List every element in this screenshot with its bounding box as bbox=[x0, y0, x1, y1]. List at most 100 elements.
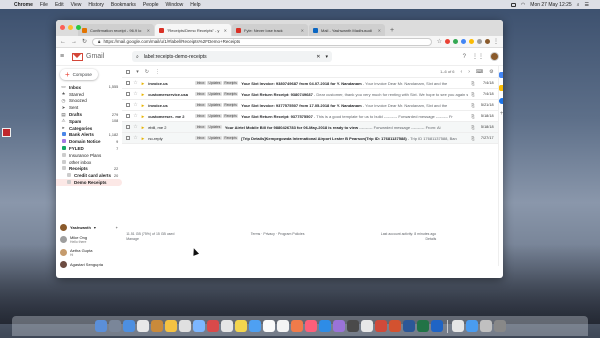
keep-icon[interactable] bbox=[498, 85, 503, 91]
dock-app-icon[interactable] bbox=[416, 320, 429, 332]
chevron-down-icon[interactable]: ▾ bbox=[94, 225, 96, 230]
star-icon[interactable]: ☆ bbox=[133, 91, 137, 97]
menubar-item-file[interactable]: File bbox=[40, 2, 48, 8]
dock-app-icon[interactable] bbox=[451, 320, 464, 332]
close-tab-icon[interactable]: ✕ bbox=[224, 28, 227, 33]
extension-icon[interactable] bbox=[453, 39, 458, 44]
maximize-window-icon[interactable] bbox=[76, 25, 81, 30]
search-options-icon[interactable]: ▾ bbox=[325, 54, 328, 60]
dock-app-icon[interactable] bbox=[122, 320, 135, 332]
dock-app-icon[interactable] bbox=[136, 320, 149, 332]
wifi-icon[interactable]: ◠ bbox=[521, 2, 525, 8]
label-chip[interactable]: Inbox bbox=[195, 114, 207, 118]
table-row[interactable]: ☆ ► no-reply Inbox Updates Receipts [Trip Deta… bbox=[122, 133, 498, 144]
gmail-logo[interactable]: Gmail bbox=[72, 52, 132, 61]
star-icon[interactable]: ☆ bbox=[133, 113, 137, 119]
more-menu-icon[interactable]: ⋮ bbox=[493, 38, 499, 45]
label-chip[interactable]: Receipts bbox=[222, 92, 239, 96]
menubar-item-history[interactable]: History bbox=[88, 2, 104, 8]
forward-icon[interactable]: → bbox=[71, 39, 77, 45]
star-icon[interactable]: ☆ bbox=[133, 124, 137, 130]
menubar-item-edit[interactable]: Edit bbox=[55, 2, 64, 8]
row-checkbox[interactable] bbox=[126, 125, 131, 129]
browser-tab[interactable]: Fyle: Never lose track ✕ bbox=[232, 24, 308, 36]
browser-tab[interactable]: Mail - Yashwanth Madhusudi ✕ bbox=[309, 24, 385, 36]
menubar-item-help[interactable]: Help bbox=[190, 2, 200, 8]
label-chip[interactable]: Updates bbox=[207, 136, 222, 140]
sidebar-item-bank-alerts[interactable]: Bank Alerts 1,182 bbox=[56, 132, 122, 139]
label-chip[interactable]: Inbox bbox=[195, 136, 207, 140]
new-tab-button[interactable]: + bbox=[386, 27, 398, 36]
label-chip[interactable]: Updates bbox=[207, 103, 222, 107]
extension-icon[interactable] bbox=[461, 39, 466, 44]
policy-links[interactable]: Terms · Privacy · Program Policies bbox=[251, 232, 305, 241]
menu-list-icon[interactable]: ☰ bbox=[585, 2, 589, 8]
main-menu-icon[interactable]: ≡ bbox=[60, 53, 67, 60]
tasks-icon[interactable] bbox=[498, 98, 503, 104]
compose-button[interactable]: + Compose bbox=[60, 69, 98, 80]
dock-app-icon[interactable] bbox=[465, 320, 478, 332]
battery-icon[interactable] bbox=[510, 2, 516, 7]
sidebar-item-other-inbox[interactable]: other inbox bbox=[56, 159, 122, 166]
label-chip[interactable]: Updates bbox=[207, 92, 222, 96]
sidebar-item-fyled[interactable]: FYLED 7 bbox=[56, 145, 122, 152]
label-chip[interactable]: Inbox bbox=[195, 125, 207, 129]
extension-icon[interactable] bbox=[477, 39, 482, 44]
apps-grid-icon[interactable]: ⋮⋮ bbox=[472, 53, 484, 60]
dock-app-icon[interactable] bbox=[178, 320, 191, 332]
dock-app-icon[interactable] bbox=[276, 320, 289, 332]
dock-app-icon[interactable] bbox=[234, 320, 247, 332]
hangouts-contact[interactable]: Aetha Gupta Hi bbox=[56, 246, 122, 259]
search-icon[interactable]: ⌕ bbox=[577, 2, 580, 8]
dock-app-icon[interactable] bbox=[430, 320, 443, 332]
row-checkbox[interactable] bbox=[126, 114, 131, 118]
table-row[interactable]: ☆ ► customerservice.usa Inbox Updates Receipt… bbox=[122, 89, 498, 100]
details-link[interactable]: Details bbox=[381, 237, 437, 241]
label-chip[interactable]: Receipts bbox=[222, 103, 239, 107]
dock-app-icon[interactable] bbox=[206, 320, 219, 332]
label-chip[interactable]: Updates bbox=[207, 81, 222, 85]
chevron-down-icon[interactable]: ▾ bbox=[136, 69, 139, 75]
close-tab-icon[interactable]: ✕ bbox=[378, 28, 381, 33]
important-marker-icon[interactable]: ► bbox=[141, 81, 145, 86]
avatar[interactable] bbox=[490, 52, 499, 61]
settings-gear-icon[interactable]: ⚙ bbox=[489, 69, 493, 75]
label-chip[interactable]: Updates bbox=[207, 114, 222, 118]
dock-app-icon[interactable] bbox=[304, 320, 317, 332]
label-chip[interactable]: Receipts bbox=[222, 81, 239, 85]
dock-app-icon[interactable] bbox=[402, 320, 415, 332]
menubar-item-people[interactable]: People bbox=[143, 2, 159, 8]
label-chip[interactable]: Receipts bbox=[222, 114, 239, 118]
menubar-item-window[interactable]: Window bbox=[166, 2, 184, 8]
dock-app-icon[interactable] bbox=[479, 320, 492, 332]
profile-icon[interactable] bbox=[485, 39, 490, 44]
table-row[interactable]: ☆ ► customerser.. me 2 Inbox Updates Receipts… bbox=[122, 111, 498, 122]
dock-app-icon[interactable] bbox=[346, 320, 359, 332]
dock-app-icon[interactable] bbox=[220, 320, 233, 332]
dock-app-icon[interactable] bbox=[360, 320, 373, 332]
label-chip[interactable]: Receipts bbox=[222, 136, 239, 140]
select-all-checkbox[interactable] bbox=[126, 69, 131, 74]
dock-app-icon[interactable] bbox=[262, 320, 275, 332]
help-icon[interactable]: ? bbox=[463, 54, 466, 60]
row-checkbox[interactable] bbox=[126, 92, 131, 96]
dock-app-icon[interactable] bbox=[108, 320, 121, 332]
row-checkbox[interactable] bbox=[126, 81, 131, 85]
close-tab-icon[interactable]: ✕ bbox=[147, 28, 150, 33]
refresh-icon[interactable]: ↻ bbox=[145, 69, 149, 75]
hangouts-contact[interactable]: Mike Ong Hello there bbox=[56, 233, 122, 246]
label-chip[interactable]: Inbox bbox=[195, 103, 207, 107]
row-checkbox[interactable] bbox=[126, 136, 131, 140]
search-input[interactable]: ⌕ label:receipts-demo-receipts ✕ ▾ bbox=[132, 51, 332, 62]
sidebar-item-starred[interactable]: ★ Starred bbox=[56, 91, 122, 98]
sidebar-item-categories[interactable]: ▸ Categories bbox=[56, 125, 122, 132]
sidebar-item-domain-notice[interactable]: Domain Notice 9 bbox=[56, 138, 122, 145]
browser-tab[interactable]: Confirmation receipt - 96.9 lo ✕ bbox=[78, 24, 154, 36]
star-icon[interactable]: ☆ bbox=[133, 102, 137, 108]
add-addon-icon[interactable]: + bbox=[500, 111, 503, 117]
dock-app-icon[interactable] bbox=[248, 320, 261, 332]
label-chip[interactable]: Inbox bbox=[195, 92, 207, 96]
important-marker-icon[interactable]: ► bbox=[141, 92, 145, 97]
browser-tab-active[interactable]: "Receipts/Demo Receipts" - y ✕ bbox=[155, 24, 231, 36]
table-row[interactable]: ☆ ► invoice.us Inbox Updates Receipts Your Six… bbox=[122, 78, 498, 89]
